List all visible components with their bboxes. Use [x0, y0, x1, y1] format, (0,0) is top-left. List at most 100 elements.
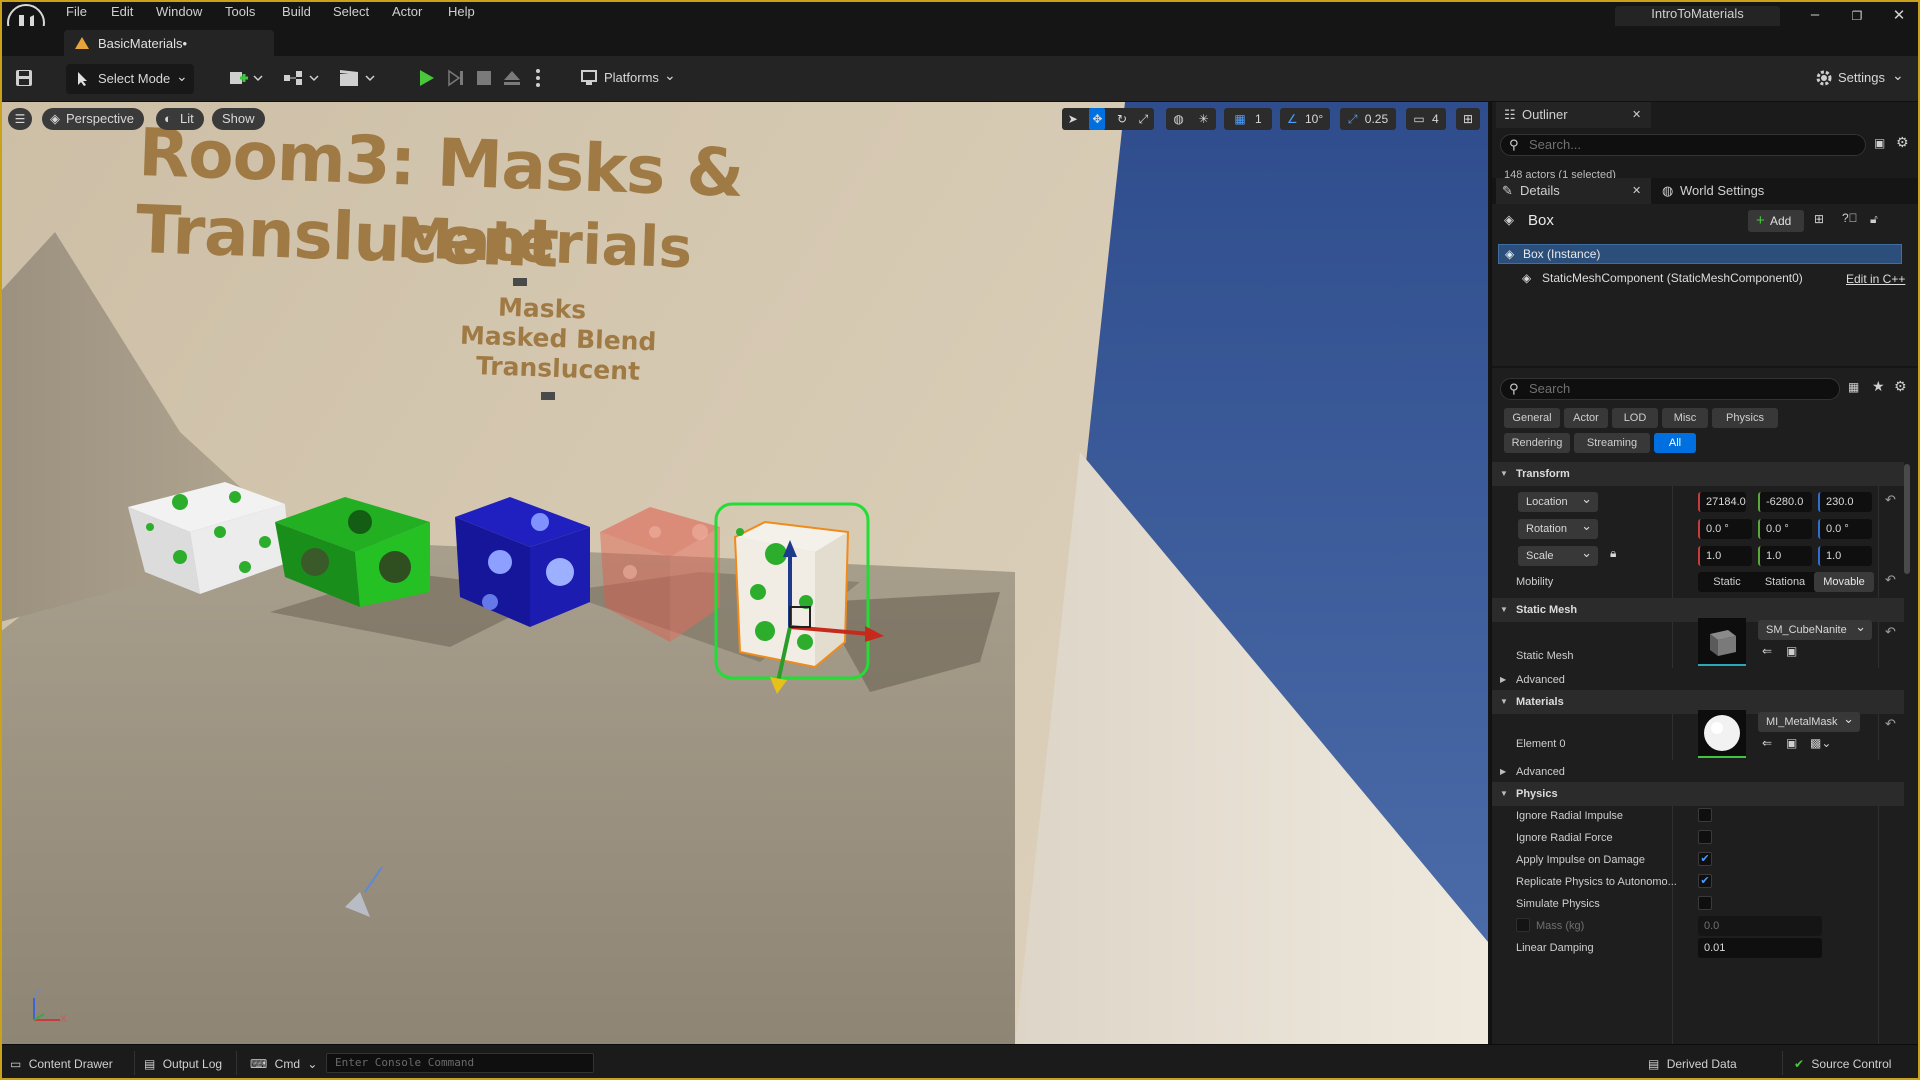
- world-settings-tab[interactable]: ◍ World Settings: [1658, 178, 1798, 204]
- use-selected-icon[interactable]: ⇐: [1762, 644, 1772, 658]
- scale-tool-icon[interactable]: ⤢: [1139, 108, 1149, 130]
- globe-icon[interactable]: ◍: [1173, 108, 1183, 130]
- filter-actor[interactable]: Actor: [1564, 408, 1608, 428]
- rotation-x-field[interactable]: 0.0 °: [1698, 519, 1752, 539]
- grid-snap-button[interactable]: ▦ 1: [1224, 108, 1272, 130]
- perspective-button[interactable]: ◈ Perspective: [42, 108, 144, 130]
- rotation-dropdown[interactable]: Rotation: [1518, 516, 1598, 539]
- physics-header[interactable]: Physics: [1492, 782, 1904, 806]
- lock-icon[interactable]: 🔓︎: [1870, 212, 1878, 227]
- camera-speed-button[interactable]: ▭ 4: [1406, 108, 1446, 130]
- rotation-z-field[interactable]: 0.0 °: [1818, 519, 1872, 539]
- minimize-button[interactable]: –: [1800, 6, 1830, 26]
- cinematics-icon[interactable]: [338, 68, 378, 88]
- mass-override-checkbox[interactable]: [1516, 918, 1530, 932]
- filter-all[interactable]: All: [1654, 433, 1696, 453]
- component-instance-row[interactable]: ◈ Box (Instance): [1498, 244, 1902, 264]
- save-icon[interactable]: [14, 68, 34, 88]
- property-matrix-icon[interactable]: ▦: [1848, 380, 1859, 394]
- more-options-icon[interactable]: [535, 68, 541, 88]
- browse-folder-icon[interactable]: ▣: [1786, 736, 1797, 750]
- blueprint-icon[interactable]: [282, 68, 322, 88]
- source-control-button[interactable]: ✔ Source Control: [1794, 1057, 1891, 1071]
- static-mesh-component-row[interactable]: ◈ StaticMeshComponent (StaticMeshCompone…: [1522, 268, 1892, 288]
- eject-icon[interactable]: [502, 68, 522, 88]
- blueprint-icon[interactable]: ⊞: [1814, 212, 1824, 226]
- scale-dropdown[interactable]: Scale: [1518, 543, 1598, 566]
- reset-arrow-icon[interactable]: ↶: [1885, 624, 1896, 640]
- reset-arrow-icon[interactable]: ↶: [1885, 716, 1896, 732]
- menu-edit[interactable]: Edit: [111, 4, 133, 19]
- close-icon[interactable]: ✕: [1632, 178, 1641, 204]
- static-mesh-dropdown[interactable]: SM_CubeNanite: [1758, 617, 1872, 640]
- scrollbar-thumb[interactable]: [1904, 464, 1910, 574]
- star-icon[interactable]: ★: [1872, 378, 1885, 395]
- location-dropdown[interactable]: Location: [1518, 489, 1598, 512]
- stop-icon[interactable]: [475, 69, 493, 87]
- scale-z-field[interactable]: 1.0: [1818, 546, 1872, 566]
- gear-icon[interactable]: ⚙: [1894, 378, 1907, 395]
- add-component-button[interactable]: + Add: [1748, 210, 1804, 232]
- gear-icon[interactable]: ⚙: [1896, 134, 1909, 151]
- view-mode-button[interactable]: ◐ Lit: [156, 108, 204, 130]
- material-thumbnail[interactable]: [1698, 710, 1746, 758]
- add-content-icon[interactable]: [228, 68, 264, 88]
- details-search-input[interactable]: ⚲ Search: [1500, 378, 1840, 400]
- edit-in-cpp-link[interactable]: Edit in C++: [1846, 272, 1905, 286]
- simulate-physics-checkbox[interactable]: [1698, 896, 1712, 910]
- viewport-menu-button[interactable]: ☰: [8, 108, 32, 130]
- mobility-stationary[interactable]: Stationa: [1756, 572, 1814, 592]
- rotate-tool-icon[interactable]: ↻: [1117, 108, 1127, 130]
- help-icon[interactable]: ?⃝: [1842, 211, 1858, 225]
- reset-arrow-icon[interactable]: ↶: [1885, 492, 1896, 508]
- play-icon[interactable]: [416, 68, 436, 88]
- add-folder-icon[interactable]: ▣: [1874, 136, 1885, 150]
- details-tab[interactable]: ✎ Details ✕: [1496, 178, 1651, 204]
- surface-snap-icon[interactable]: ✳: [1199, 108, 1209, 130]
- apply-impulse-checkbox[interactable]: ✔: [1698, 852, 1712, 866]
- menu-file[interactable]: File: [66, 4, 87, 19]
- menu-build[interactable]: Build: [282, 4, 311, 19]
- content-drawer-button[interactable]: ▭ Content Drawer: [10, 1057, 113, 1071]
- filter-general[interactable]: General: [1504, 408, 1560, 428]
- skip-frame-icon[interactable]: [446, 68, 466, 88]
- output-log-button[interactable]: ▤ Output Log: [144, 1057, 222, 1071]
- layout-button[interactable]: ⊞: [1456, 108, 1480, 130]
- scale-snap-button[interactable]: ⤢ 0.25: [1340, 108, 1396, 130]
- translate-tool-icon[interactable]: ✥: [1089, 108, 1106, 130]
- mobility-static[interactable]: Static: [1698, 572, 1756, 592]
- materials-advanced[interactable]: Advanced: [1492, 760, 1904, 784]
- filter-misc[interactable]: Misc: [1662, 408, 1708, 428]
- transform-header[interactable]: Transform: [1492, 462, 1904, 486]
- use-selected-icon[interactable]: ⇐: [1762, 736, 1772, 750]
- close-window-button[interactable]: ✕: [1884, 6, 1914, 26]
- scale-x-field[interactable]: 1.0: [1698, 546, 1752, 566]
- filter-streaming[interactable]: Streaming: [1574, 433, 1650, 453]
- filter-rendering[interactable]: Rendering: [1504, 433, 1570, 453]
- static-mesh-advanced[interactable]: Advanced: [1492, 668, 1904, 692]
- scale-y-field[interactable]: 1.0: [1758, 546, 1812, 566]
- derived-data-button[interactable]: ▤ Derived Data: [1648, 1057, 1737, 1071]
- settings-button[interactable]: Settings: [1838, 70, 1885, 85]
- location-y-field[interactable]: -6280.0: [1758, 492, 1812, 512]
- filter-physics[interactable]: Physics: [1712, 408, 1778, 428]
- replicate-physics-checkbox[interactable]: ✔: [1698, 874, 1712, 888]
- location-z-field[interactable]: 230.0: [1818, 492, 1872, 512]
- ignore-radial-impulse-checkbox[interactable]: [1698, 808, 1712, 822]
- lock-icon[interactable]: 🔒︎: [1610, 546, 1616, 561]
- menu-select[interactable]: Select: [333, 4, 369, 19]
- ignore-radial-force-checkbox[interactable]: [1698, 830, 1712, 844]
- location-x-field[interactable]: 27184.0: [1698, 492, 1746, 512]
- outliner-tab[interactable]: ☷ Outliner ✕: [1496, 102, 1651, 128]
- show-button[interactable]: Show: [212, 108, 265, 130]
- mass-field[interactable]: 0.0: [1698, 916, 1822, 936]
- material-dropdown[interactable]: MI_MetalMask: [1758, 709, 1860, 732]
- level-tab[interactable]: BasicMaterials•: [64, 30, 274, 56]
- menu-window[interactable]: Window: [156, 4, 202, 19]
- linear-damping-field[interactable]: 0.01: [1698, 938, 1822, 958]
- angle-snap-button[interactable]: ∠ 10°: [1280, 108, 1330, 130]
- select-mode-dropdown[interactable]: Select Mode ⌄: [66, 64, 194, 94]
- checker-icon[interactable]: ▩⌄: [1810, 736, 1831, 750]
- cmd-dropdown[interactable]: ⌨ Cmd ⌄: [250, 1057, 317, 1071]
- outliner-search-input[interactable]: ⚲ Search...: [1500, 134, 1866, 156]
